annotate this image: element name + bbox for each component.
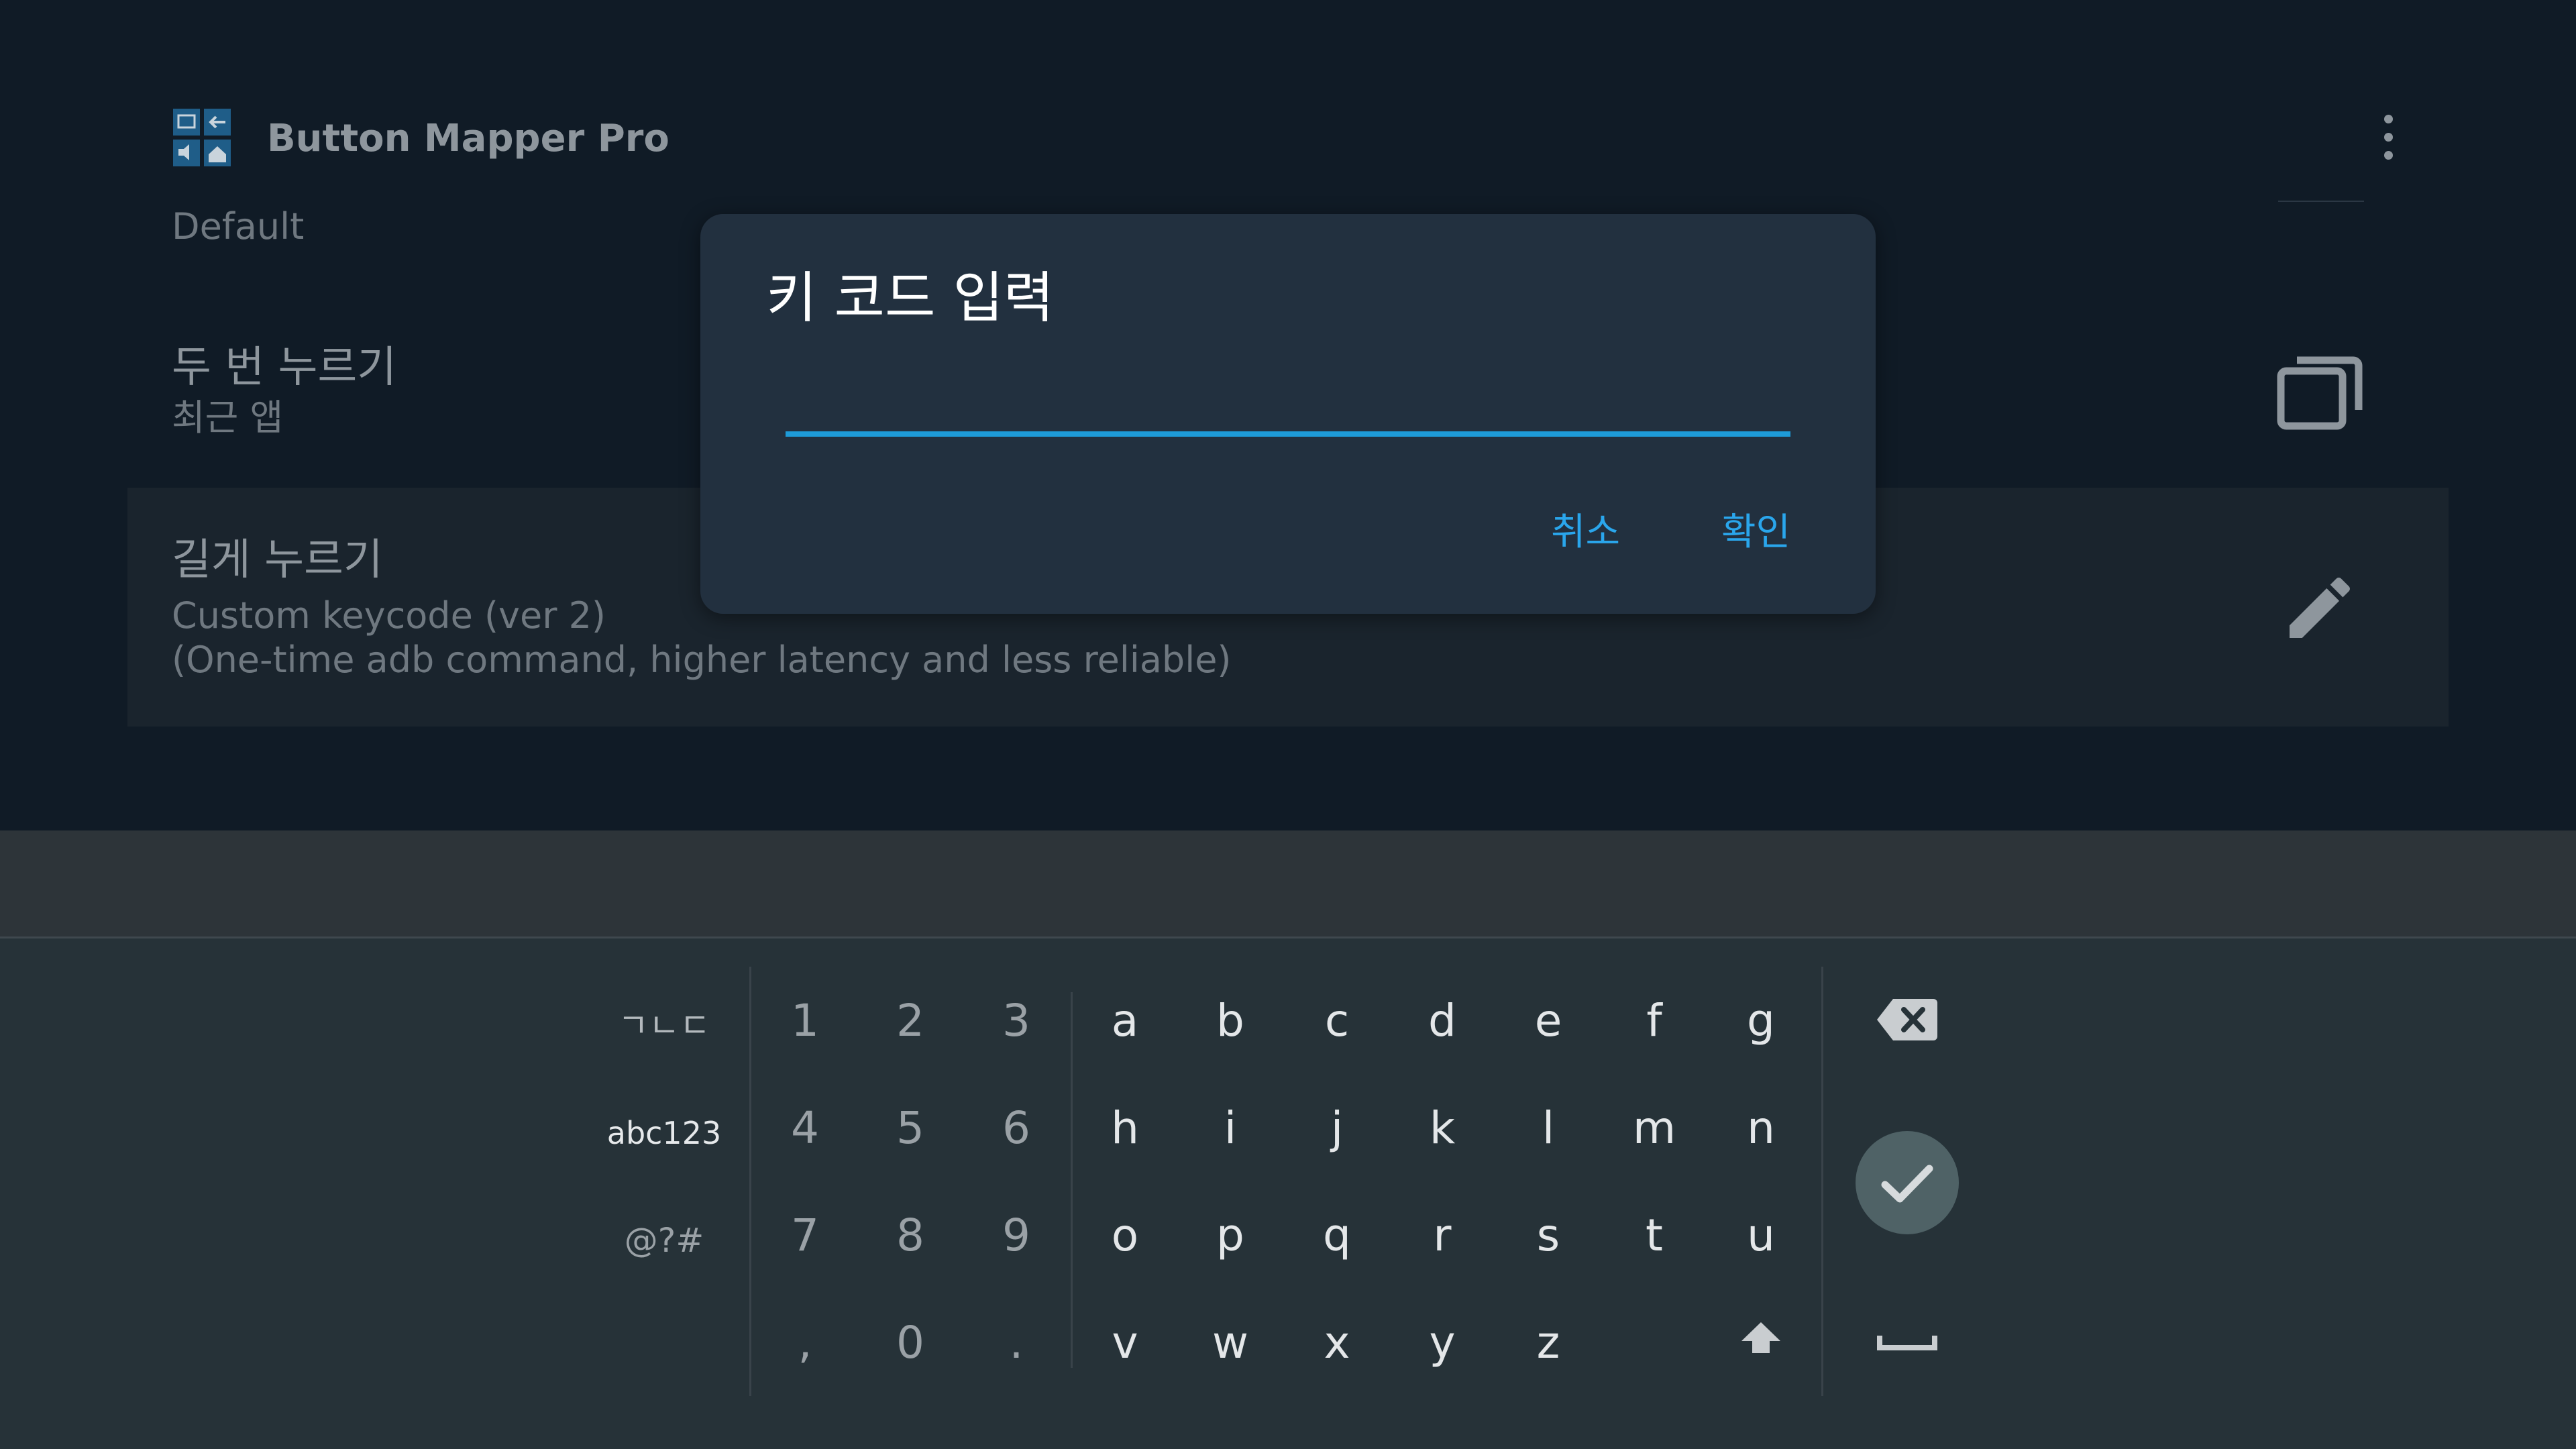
key-period[interactable]: . bbox=[976, 1313, 1057, 1373]
divider bbox=[2278, 201, 2364, 202]
key-2[interactable]: 2 bbox=[870, 991, 951, 1051]
key-j[interactable]: j bbox=[1297, 1098, 1377, 1159]
space-bar-icon[interactable] bbox=[1876, 1328, 1939, 1354]
key-9[interactable]: 9 bbox=[976, 1205, 1057, 1266]
app-logo-icon bbox=[173, 109, 231, 166]
key-m[interactable]: m bbox=[1614, 1098, 1695, 1159]
keycode-dialog: 키 코드 입력 취소 확인 bbox=[700, 214, 1876, 614]
key-v[interactable]: v bbox=[1085, 1313, 1165, 1373]
key-r[interactable]: r bbox=[1402, 1205, 1483, 1266]
input-underline bbox=[786, 431, 1790, 437]
row-long-press-title: 길게 누르기 bbox=[172, 535, 383, 585]
profile-label: Default bbox=[172, 205, 305, 248]
mode-hangul-key[interactable]: ㄱㄴㄷ bbox=[597, 1006, 731, 1046]
app-title: Button Mapper Pro bbox=[267, 117, 669, 160]
key-l[interactable]: l bbox=[1508, 1098, 1589, 1159]
key-x[interactable]: x bbox=[1297, 1313, 1377, 1373]
mode-abc123-key[interactable]: abc123 bbox=[597, 1113, 731, 1153]
row-double-press-value: 최근 앱 bbox=[172, 396, 284, 439]
keyboard-suggestion-strip bbox=[0, 830, 2576, 938]
key-h[interactable]: h bbox=[1085, 1098, 1165, 1159]
key-d[interactable]: d bbox=[1402, 991, 1483, 1051]
key-a[interactable]: a bbox=[1085, 991, 1165, 1051]
on-screen-keyboard: ㄱㄴㄷ abc123 @?# 1 2 3 4 5 6 7 8 9 , 0 . a… bbox=[0, 938, 2576, 1449]
key-s[interactable]: s bbox=[1508, 1205, 1589, 1266]
recent-apps-icon bbox=[2277, 356, 2363, 430]
key-comma[interactable]: , bbox=[765, 1313, 845, 1373]
key-6[interactable]: 6 bbox=[976, 1098, 1057, 1159]
mode-symbols-key[interactable]: @?# bbox=[597, 1217, 731, 1264]
key-5[interactable]: 5 bbox=[870, 1098, 951, 1159]
divider bbox=[1071, 992, 1073, 1368]
check-icon[interactable] bbox=[1856, 1131, 1959, 1234]
key-k[interactable]: k bbox=[1402, 1098, 1483, 1159]
keycode-input[interactable] bbox=[786, 348, 1790, 429]
divider bbox=[749, 967, 751, 1396]
key-t[interactable]: t bbox=[1614, 1205, 1695, 1266]
key-0[interactable]: 0 bbox=[870, 1313, 951, 1373]
key-7[interactable]: 7 bbox=[765, 1205, 845, 1266]
key-w[interactable]: w bbox=[1190, 1313, 1271, 1373]
row-long-press-value: Custom keycode (ver 2) bbox=[172, 594, 606, 637]
dialog-title: 키 코드 입력 bbox=[766, 266, 1055, 330]
backspace-icon[interactable] bbox=[1876, 996, 1939, 1043]
key-q[interactable]: q bbox=[1297, 1205, 1377, 1266]
row-double-press-title: 두 번 누르기 bbox=[172, 343, 397, 392]
ok-button[interactable]: 확인 bbox=[1721, 509, 1790, 556]
key-e[interactable]: e bbox=[1508, 991, 1589, 1051]
key-4[interactable]: 4 bbox=[765, 1098, 845, 1159]
row-long-press-note: (One-time adb command, higher latency an… bbox=[172, 639, 1232, 681]
key-u[interactable]: u bbox=[1721, 1205, 1801, 1266]
more-vert-icon[interactable] bbox=[2368, 111, 2408, 164]
key-i[interactable]: i bbox=[1190, 1098, 1271, 1159]
key-y[interactable]: y bbox=[1402, 1313, 1483, 1373]
pencil-icon[interactable] bbox=[2279, 568, 2360, 648]
key-f[interactable]: f bbox=[1614, 991, 1695, 1051]
key-1[interactable]: 1 bbox=[765, 991, 845, 1051]
key-g[interactable]: g bbox=[1721, 991, 1801, 1051]
key-o[interactable]: o bbox=[1085, 1205, 1165, 1266]
key-z[interactable]: z bbox=[1508, 1313, 1589, 1373]
key-8[interactable]: 8 bbox=[870, 1205, 951, 1266]
key-p[interactable]: p bbox=[1190, 1205, 1271, 1266]
key-b[interactable]: b bbox=[1190, 991, 1271, 1051]
key-c[interactable]: c bbox=[1297, 991, 1377, 1051]
shift-arrow-icon[interactable] bbox=[1739, 1320, 1783, 1360]
key-n[interactable]: n bbox=[1721, 1098, 1801, 1159]
key-3[interactable]: 3 bbox=[976, 991, 1057, 1051]
divider bbox=[1821, 967, 1823, 1396]
cancel-button[interactable]: 취소 bbox=[1551, 509, 1620, 556]
